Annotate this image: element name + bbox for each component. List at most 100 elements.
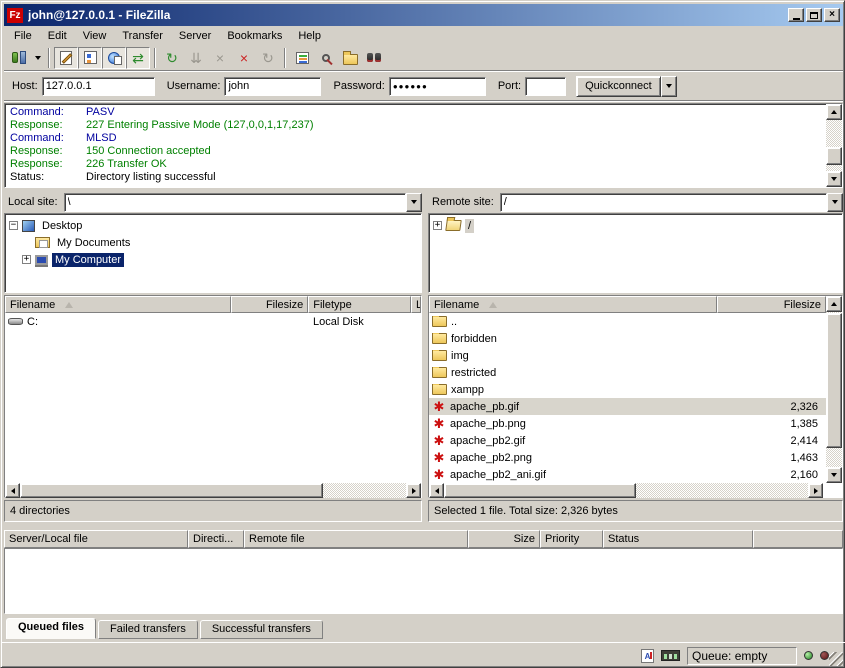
remote-scroll-right-button[interactable] xyxy=(808,483,823,498)
synchronized-browsing-button[interactable] xyxy=(338,47,362,69)
queue-column-status[interactable]: Status xyxy=(603,530,753,548)
local-site-input[interactable] xyxy=(64,193,406,212)
menu-file[interactable]: File xyxy=(6,27,40,45)
tab-successful-transfers[interactable]: Successful transfers xyxy=(200,620,323,639)
expand-icon[interactable]: + xyxy=(433,221,442,230)
log-scroll-up-button[interactable] xyxy=(826,104,842,120)
tree-item-desktop[interactable]: − Desktop xyxy=(9,217,421,234)
local-column-filetype[interactable]: Filetype xyxy=(308,296,411,313)
resize-grip[interactable] xyxy=(829,652,843,666)
collapse-icon[interactable]: − xyxy=(9,221,18,230)
maximize-button[interactable] xyxy=(806,8,822,22)
queue-list[interactable] xyxy=(4,548,843,614)
tab-queued-files[interactable]: Queued files xyxy=(6,618,96,639)
remote-file-row[interactable]: ✱apache_pb.png 1,385 xyxy=(429,415,842,432)
toggle-local-tree-button[interactable] xyxy=(78,47,102,69)
log-scrollbar-thumb[interactable] xyxy=(826,147,842,165)
password-input[interactable] xyxy=(389,77,486,96)
site-manager-dropdown[interactable] xyxy=(31,47,44,69)
reconnect-button[interactable]: ↻ xyxy=(256,47,280,69)
tree-item-my-documents[interactable]: My Documents xyxy=(22,234,421,251)
tree-item-root[interactable]: + / xyxy=(433,217,842,234)
queue-column-remote-file[interactable]: Remote file xyxy=(244,530,468,548)
menu-transfer[interactable]: Transfer xyxy=(114,27,171,45)
menu-help[interactable]: Help xyxy=(290,27,329,45)
remote-file-row[interactable]: img xyxy=(429,347,842,364)
remote-file-row[interactable]: forbidden xyxy=(429,330,842,347)
directory-comparison-button[interactable] xyxy=(314,47,338,69)
remote-file-row[interactable]: ✱apache_pb2.gif 2,414 xyxy=(429,432,842,449)
refresh-button[interactable]: ↻ xyxy=(160,47,184,69)
local-site-combo[interactable] xyxy=(64,193,422,212)
remote-file-row[interactable]: ✱apache_pb2_ani.gif 2,160 xyxy=(429,466,842,483)
expand-icon[interactable]: + xyxy=(22,255,31,264)
filter-icon xyxy=(296,52,309,64)
remote-site-input[interactable] xyxy=(500,193,827,212)
message-log: Command:PASV Response:227 Entering Passi… xyxy=(4,103,843,188)
log-scroll-down-button[interactable] xyxy=(826,171,842,187)
queue-column-size[interactable]: Size xyxy=(468,530,540,548)
remote-scroll-left-button[interactable] xyxy=(429,483,444,498)
socket-indicator-icon[interactable] xyxy=(661,650,680,661)
menu-edit[interactable]: Edit xyxy=(40,27,75,45)
local-scroll-left-button[interactable] xyxy=(5,483,20,498)
minimize-button[interactable] xyxy=(788,8,804,22)
close-button[interactable]: × xyxy=(824,8,840,22)
menu-view[interactable]: View xyxy=(75,27,115,45)
local-hscroll-thumb[interactable] xyxy=(20,483,323,498)
local-column-lastmodified[interactable]: L xyxy=(411,296,421,313)
local-file-row[interactable]: C: Local Disk xyxy=(5,313,421,330)
toolbar-separator xyxy=(48,48,50,68)
local-column-filename[interactable]: Filename xyxy=(5,296,231,313)
toggle-transfer-queue-button[interactable]: ⇄ xyxy=(126,47,150,69)
local-directory-tree: − Desktop My Documents + My Computer xyxy=(4,213,422,293)
remote-file-row[interactable]: ✱apache_pb2.png 1,463 xyxy=(429,449,842,466)
host-input[interactable] xyxy=(42,77,155,96)
remote-file-row[interactable]: xampp xyxy=(429,381,842,398)
remote-site-combo[interactable] xyxy=(500,193,843,212)
directory-listing-filters-button[interactable] xyxy=(290,47,314,69)
remote-site-dropdown[interactable] xyxy=(827,193,843,212)
toggle-remote-tree-button[interactable] xyxy=(102,47,126,69)
queue-column-direction[interactable]: Directi... xyxy=(188,530,244,548)
quickconnect-dropdown[interactable] xyxy=(661,76,677,97)
quickconnect-button[interactable]: Quickconnect xyxy=(576,76,661,97)
sort-ascending-icon xyxy=(65,302,73,308)
remote-column-filesize[interactable]: Filesize xyxy=(717,296,826,313)
transfer-queue-icon: ⇄ xyxy=(132,51,144,65)
remote-column-filename[interactable]: Filename xyxy=(429,296,717,313)
username-input[interactable] xyxy=(224,77,321,96)
process-queue-button[interactable]: ⇊ xyxy=(184,47,208,69)
port-input[interactable] xyxy=(525,77,566,96)
cancel-operation-button[interactable]: × xyxy=(208,47,232,69)
menu-server[interactable]: Server xyxy=(171,27,219,45)
local-column-filesize[interactable]: Filesize xyxy=(231,296,308,313)
remote-scroll-up-button[interactable] xyxy=(826,296,842,312)
disconnect-button[interactable]: × xyxy=(232,47,256,69)
find-files-button[interactable] xyxy=(362,47,386,69)
tab-failed-transfers[interactable]: Failed transfers xyxy=(98,620,198,639)
host-label: Host: xyxy=(12,80,38,92)
local-site-bar: Local site: xyxy=(4,191,422,213)
remote-file-row-selected[interactable]: ✱apache_pb.gif 2,326 xyxy=(429,398,842,415)
menubar: File Edit View Transfer Server Bookmarks… xyxy=(4,26,329,45)
arrow-up-icon xyxy=(831,110,837,114)
remote-file-row[interactable]: restricted xyxy=(429,364,842,381)
toggle-message-log-button[interactable] xyxy=(54,47,78,69)
remote-scroll-down-button[interactable] xyxy=(826,467,842,483)
transfer-type-indicator-icon[interactable]: A xyxy=(641,649,654,663)
queue-header: Server/Local file Directi... Remote file… xyxy=(4,530,843,548)
remote-hscroll-thumb[interactable] xyxy=(444,483,636,498)
image-file-icon: ✱ xyxy=(432,451,446,464)
tree-item-my-computer[interactable]: + My Computer xyxy=(22,251,421,268)
queue-column-priority[interactable]: Priority xyxy=(540,530,603,548)
arrow-down-icon xyxy=(831,473,837,477)
process-queue-icon: ⇊ xyxy=(190,51,202,65)
queue-column-server-local-file[interactable]: Server/Local file xyxy=(4,530,188,548)
remote-vscroll-thumb[interactable] xyxy=(826,313,842,448)
menu-bookmarks[interactable]: Bookmarks xyxy=(219,27,290,45)
local-site-dropdown[interactable] xyxy=(406,193,422,212)
remote-file-row[interactable]: .. xyxy=(429,313,842,330)
local-scroll-right-button[interactable] xyxy=(406,483,421,498)
site-manager-button[interactable] xyxy=(7,47,31,69)
